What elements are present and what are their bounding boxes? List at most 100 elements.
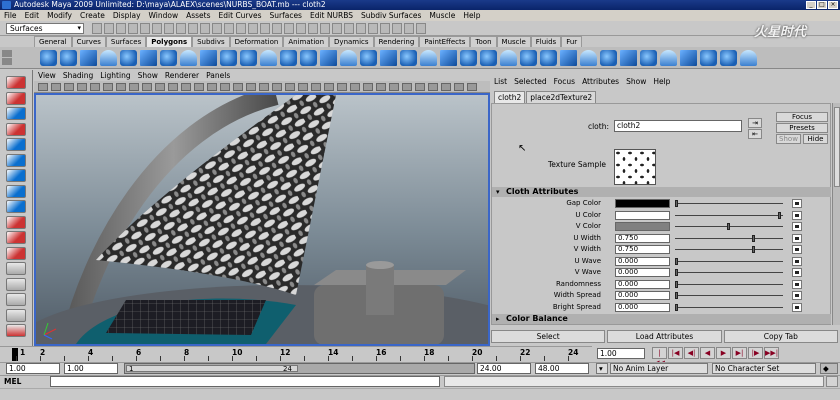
section-color-balance[interactable]: Color Balance [492,314,831,324]
play-forward-icon[interactable]: ▶ [716,347,731,359]
shelf-tab-subdivs[interactable]: Subdivs [192,36,230,47]
close-button[interactable]: × [828,1,838,9]
status-line-tool-icon[interactable] [212,23,222,34]
value-field-u-width[interactable]: 0.750 [615,233,670,243]
shelf-tab-toon[interactable]: Toon [470,36,497,47]
panel-toolbar-icon[interactable] [51,83,61,91]
status-line-tool-icon[interactable] [356,23,366,34]
show-manip-icon[interactable] [6,200,26,213]
menu-help[interactable]: Help [463,10,480,21]
panel-toolbar-icon[interactable] [181,83,191,91]
status-line-tool-icon[interactable] [236,23,246,34]
panel-toolbar-icon[interactable] [64,83,74,91]
mel-input[interactable] [50,376,440,387]
status-line-tool-icon[interactable] [308,23,318,34]
playback-end-field[interactable]: 24.00 [477,363,531,374]
show-button[interactable]: Show [776,134,801,144]
slider-bright-spread[interactable] [675,303,783,311]
shelf-tab-fluids[interactable]: Fluids [530,36,562,47]
status-line-tool-icon[interactable] [176,23,186,34]
shelf-tab-dynamics[interactable]: Dynamics [329,36,374,47]
polygon-tool-icon[interactable] [40,50,57,66]
status-line-tool-icon[interactable] [104,23,114,34]
status-line-tool-icon[interactable] [116,23,126,34]
script-editor-icon[interactable] [826,376,838,387]
slider-handle[interactable] [778,211,781,219]
color-swatch-u-color[interactable] [615,210,670,220]
menu-file[interactable]: File [4,10,17,21]
ae-menu-help[interactable]: Help [653,76,670,88]
value-field-randomness[interactable]: 0.000 [615,279,670,289]
polygon-tool-icon[interactable] [440,50,457,66]
polygon-tool-icon[interactable] [640,50,657,66]
layout-four-icon[interactable] [6,231,26,244]
shelf-tab-fur[interactable]: Fur [561,36,583,47]
slider-u-wave[interactable] [675,257,783,265]
status-line-tool-icon[interactable] [368,23,378,34]
attribute-editor-scrollbar[interactable] [832,103,840,325]
copy-tab-button[interactable]: Copy Tab [723,330,838,343]
panel-toolbar-icon[interactable] [194,83,204,91]
slider-u-color[interactable] [675,211,783,219]
status-line-tool-icon[interactable] [380,23,390,34]
value-field-width-spread[interactable]: 0.000 [615,291,670,300]
slider-width-spread[interactable] [675,292,783,299]
step-back-frame-icon[interactable]: ◀| [684,347,699,359]
polygon-tool-icon[interactable] [420,50,437,66]
go-to-end-icon[interactable]: ▶▶| [764,347,779,359]
polygon-tool-icon[interactable] [540,50,557,66]
value-field-u-wave[interactable]: 0.000 [615,256,670,266]
paint-select-icon[interactable] [6,107,26,120]
panel-toolbar-icon[interactable] [311,83,321,91]
menu-create[interactable]: Create [80,10,105,21]
polygon-tool-icon[interactable] [500,50,517,66]
panel-toolbar-icon[interactable] [428,83,438,91]
shelf-tab-surfaces[interactable]: Surfaces [105,36,147,47]
polygon-tool-icon[interactable] [580,50,597,66]
panel-toolbar-icon[interactable] [324,83,334,91]
layout-graph-icon[interactable] [6,277,26,291]
tab-place2dtexture2[interactable]: place2dTexture2 [526,91,597,103]
shelf-tab-muscle[interactable]: Muscle [496,36,531,47]
polygon-tool-icon[interactable] [260,50,277,66]
step-back-key-icon[interactable]: |◀ [668,347,683,359]
polygon-tool-icon[interactable] [240,50,257,66]
panel-toolbar-icon[interactable] [129,83,139,91]
auto-key-icon[interactable]: ◆ [820,363,838,374]
polygon-tool-icon[interactable] [680,50,697,66]
panel-menu-show[interactable]: Show [138,70,158,81]
start-time-field[interactable]: 1.00 [6,363,60,374]
step-forward-frame-icon[interactable]: ▶| [732,347,747,359]
ae-menu-list[interactable]: List [494,76,507,88]
color-swatch-gap-color[interactable] [615,199,670,208]
panel-toolbar-icon[interactable] [415,83,425,91]
map-texture-icon[interactable] [792,233,802,243]
character-set-select[interactable]: No Character Set [712,363,816,374]
polygon-tool-icon[interactable] [180,50,197,66]
menu-display[interactable]: Display [113,10,141,21]
layout-custom-icon[interactable] [6,308,26,322]
status-line-tool-icon[interactable] [344,23,354,34]
shelf-tab-general[interactable]: General [34,36,72,47]
polygon-tool-icon[interactable] [400,50,417,66]
slider-handle[interactable] [726,223,730,230]
menu-edit[interactable]: Edit [25,10,40,21]
panel-toolbar-icon[interactable] [77,83,87,91]
layout-single-icon[interactable] [6,215,26,229]
ae-menu-show[interactable]: Show [626,76,646,88]
panel-menu-view[interactable]: View [38,70,56,81]
panel-toolbar-icon[interactable] [259,83,269,91]
value-field-v-wave[interactable]: 0.000 [615,268,670,277]
slider-handle[interactable] [675,303,678,311]
panel-toolbar-icon[interactable] [389,83,399,91]
polygon-tool-icon[interactable] [520,50,537,66]
polygon-tool-icon[interactable] [120,50,137,66]
time-slider[interactable]: 1 2 4 6 8 10 12 14 16 18 20 22 24 [0,346,592,361]
layout-hypershade-icon[interactable] [6,293,26,306]
slider-handle[interactable] [675,269,678,276]
polygon-tool-icon[interactable] [140,50,157,66]
slider-v-width[interactable] [675,246,783,253]
slider-handle[interactable] [675,280,678,288]
map-texture-icon[interactable] [792,302,802,312]
status-line-tool-icon[interactable] [140,23,150,34]
